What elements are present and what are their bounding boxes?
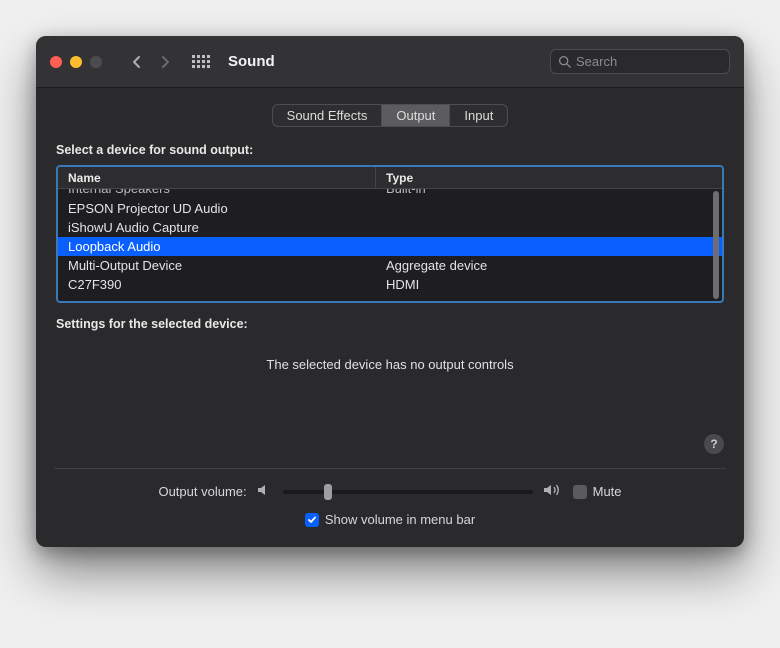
- table-header: Name Type: [58, 167, 722, 189]
- device-list[interactable]: Internal Speakers Built-in EPSON Project…: [58, 189, 722, 301]
- col-type-header[interactable]: Type: [376, 167, 722, 188]
- tab-output[interactable]: Output: [382, 105, 450, 126]
- settings-label: Settings for the selected device:: [56, 317, 724, 331]
- table-row[interactable]: C27F390 HDMI: [58, 275, 722, 294]
- tab-selector: Sound Effects Output Input: [272, 104, 509, 127]
- window-toolbar: Sound Search: [36, 36, 744, 88]
- speaker-high-icon: [543, 483, 563, 500]
- table-row[interactable]: iShowU Audio Capture: [58, 218, 722, 237]
- back-button[interactable]: [124, 49, 150, 75]
- table-row[interactable]: EPSON Projector UD Audio: [58, 199, 722, 218]
- sound-preferences-window: Sound Search Sound Effects Output Input …: [36, 36, 744, 547]
- divider: [54, 468, 726, 469]
- tab-input[interactable]: Input: [450, 105, 507, 126]
- tab-sound-effects[interactable]: Sound Effects: [273, 105, 383, 126]
- window-controls: [50, 56, 102, 68]
- scrollbar[interactable]: [713, 191, 719, 299]
- show-volume-label: Show volume in menu bar: [325, 512, 475, 527]
- content-area: Sound Effects Output Input Select a devi…: [36, 88, 744, 547]
- output-device-table: Name Type Internal Speakers Built-in EPS…: [56, 165, 724, 303]
- all-preferences-icon[interactable]: [192, 52, 212, 72]
- output-volume-label: Output volume:: [158, 484, 246, 499]
- col-name-header[interactable]: Name: [58, 167, 376, 188]
- window-title: Sound: [228, 53, 275, 70]
- output-volume-row: Output volume: Mute: [56, 483, 724, 500]
- nav-buttons: [124, 49, 178, 75]
- show-volume-checkbox[interactable]: Show volume in menu bar: [305, 512, 475, 527]
- forward-button[interactable]: [152, 49, 178, 75]
- no-output-controls-text: The selected device has no output contro…: [56, 357, 724, 372]
- slider-knob[interactable]: [324, 484, 332, 500]
- search-placeholder: Search: [576, 54, 617, 69]
- minimize-window-button[interactable]: [70, 56, 82, 68]
- help-button[interactable]: ?: [704, 434, 724, 454]
- table-row[interactable]: Internal Speakers Built-in: [58, 189, 722, 199]
- output-volume-slider[interactable]: [283, 484, 533, 500]
- table-row[interactable]: Multi-Output Device Aggregate device: [58, 256, 722, 275]
- mute-checkbox[interactable]: Mute: [573, 484, 622, 499]
- speaker-low-icon: [257, 483, 273, 500]
- zoom-window-button[interactable]: [90, 56, 102, 68]
- close-window-button[interactable]: [50, 56, 62, 68]
- checkbox-icon: [573, 485, 587, 499]
- checkbox-checked-icon: [305, 513, 319, 527]
- search-input[interactable]: Search: [550, 49, 730, 74]
- select-device-label: Select a device for sound output:: [56, 143, 724, 157]
- search-icon: [558, 55, 571, 68]
- table-row-selected[interactable]: Loopback Audio: [58, 237, 722, 256]
- mute-label: Mute: [593, 484, 622, 499]
